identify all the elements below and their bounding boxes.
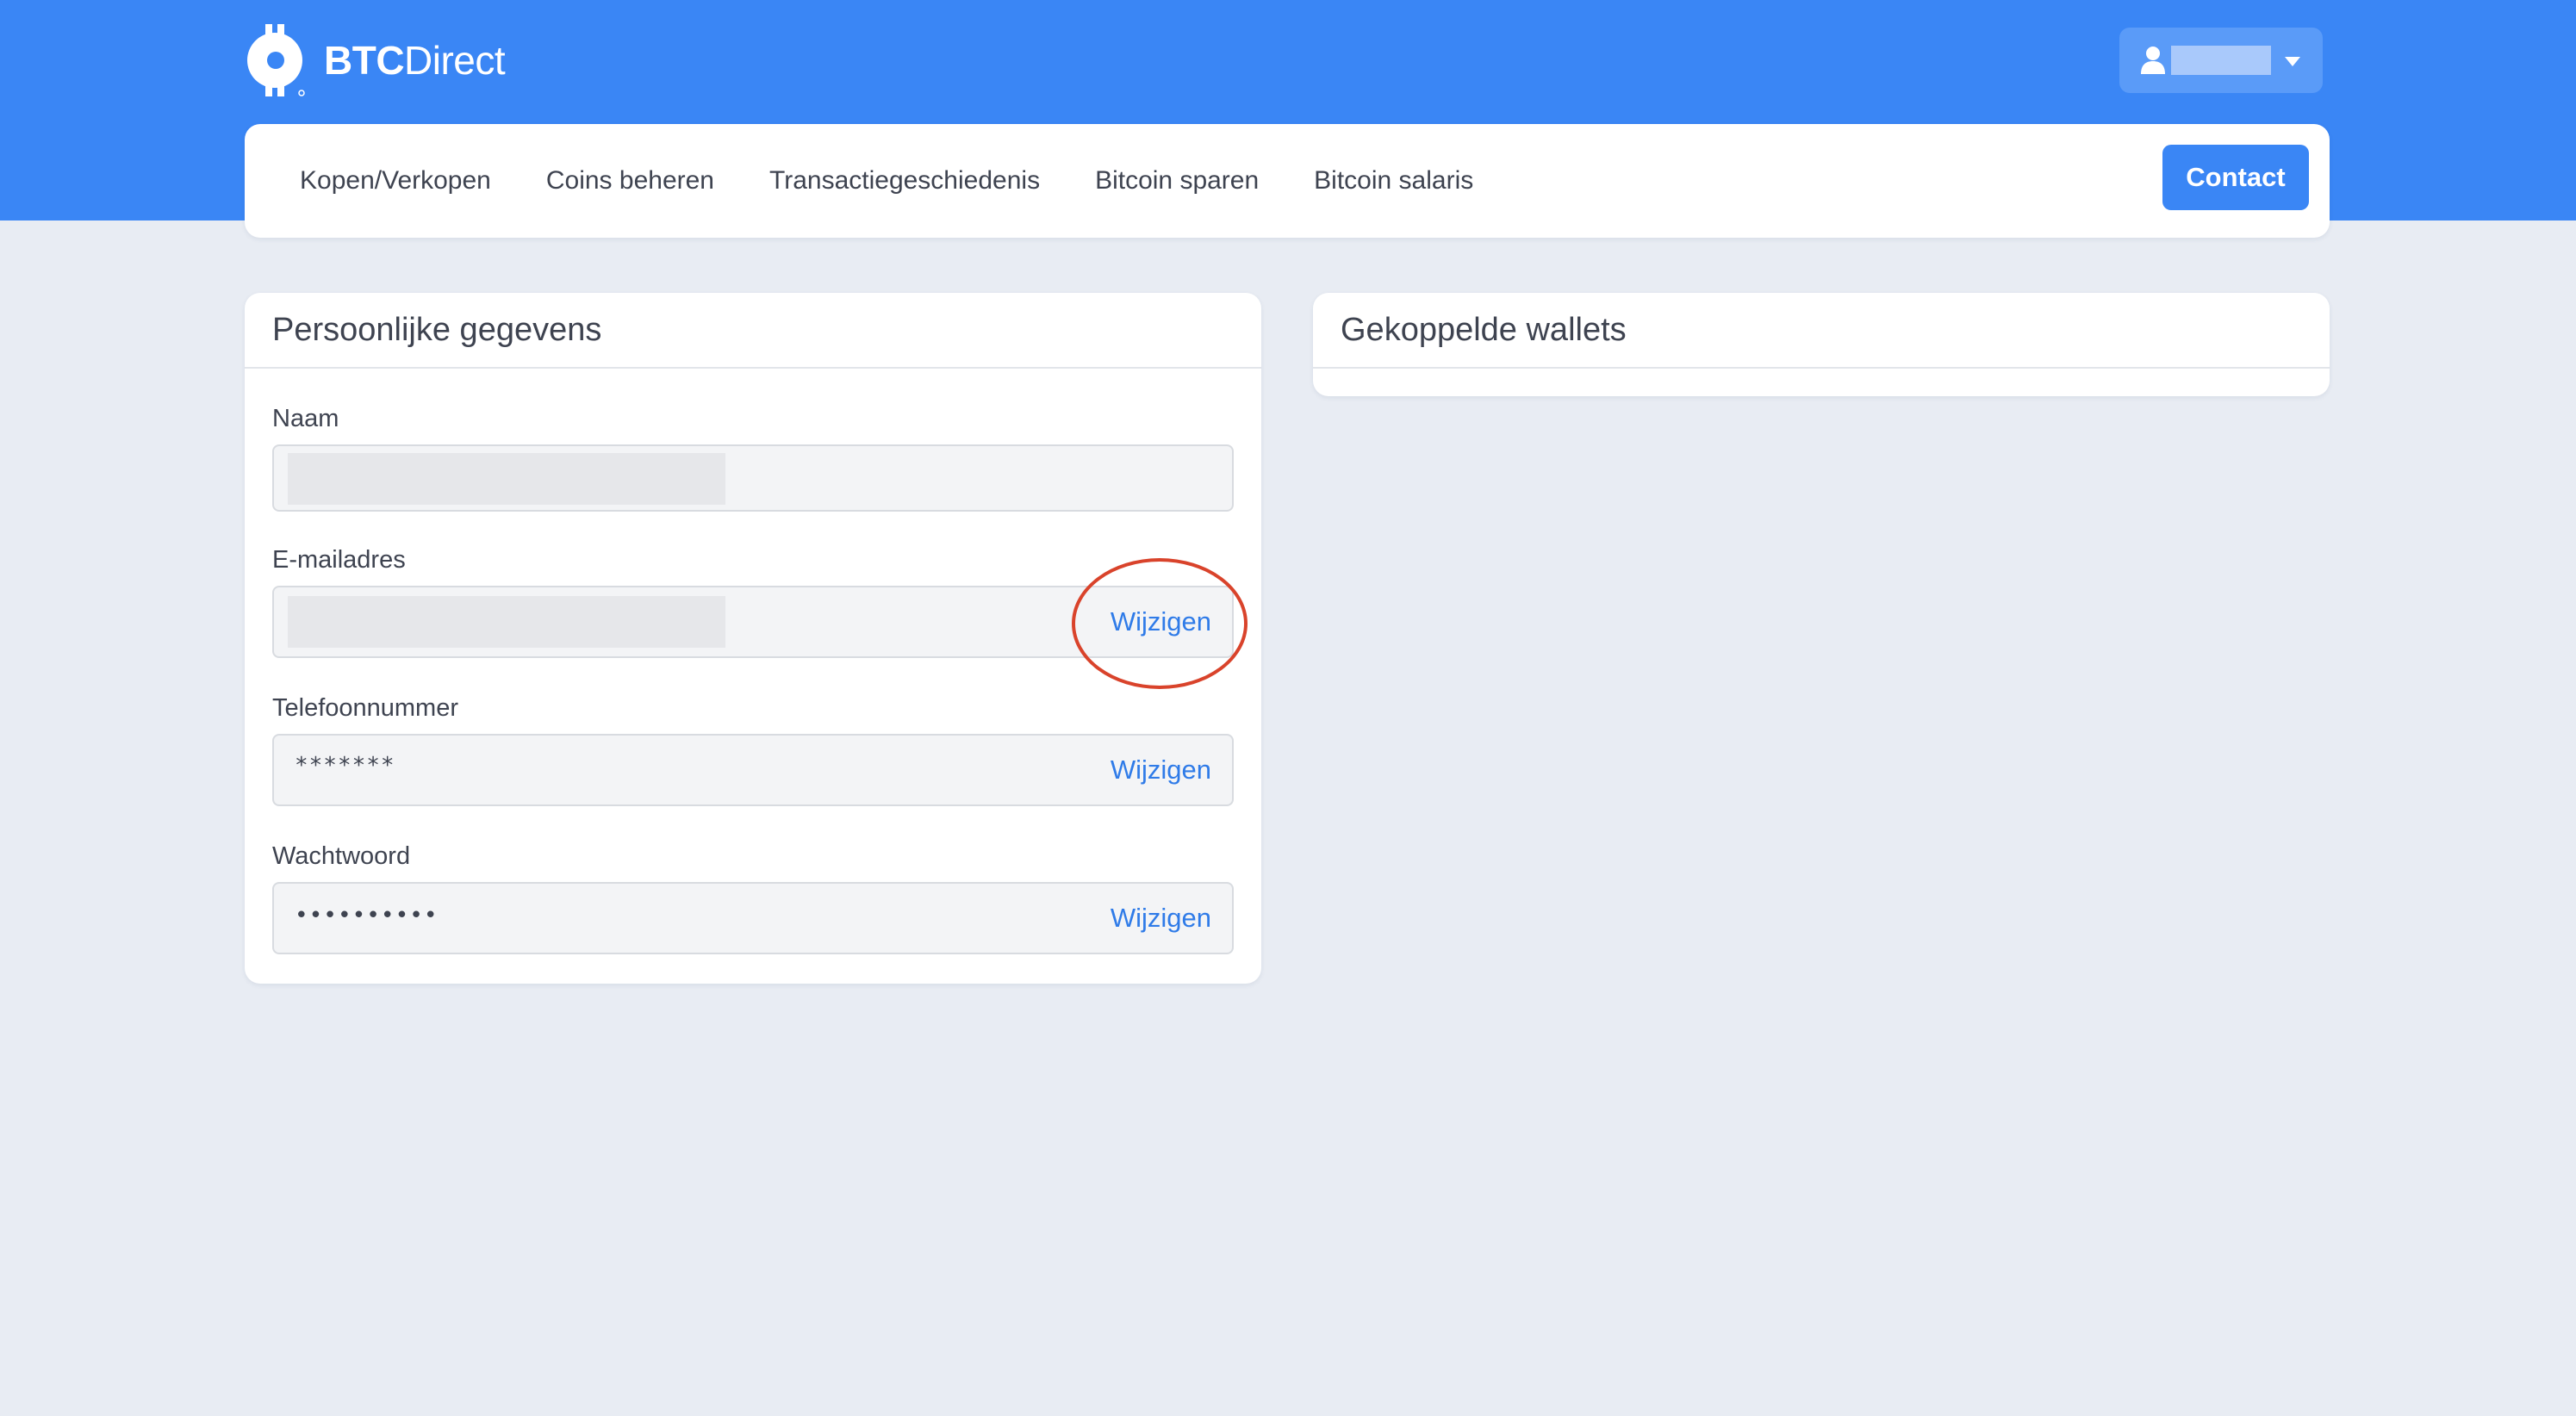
btc-logo-icon — [247, 24, 305, 96]
username — [2171, 46, 2271, 75]
nav-transactiegeschiedenis[interactable]: Transactiegeschiedenis — [769, 166, 1040, 196]
user-icon — [2141, 47, 2165, 74]
password-field[interactable]: •••••••••• Wijzigen — [272, 882, 1234, 954]
nav-kopen-verkopen[interactable]: Kopen/Verkopen — [300, 166, 491, 196]
name-value-redacted — [288, 453, 725, 505]
nav-bitcoin-salaris[interactable]: Bitcoin salaris — [1314, 166, 1473, 196]
email-value-redacted — [288, 596, 725, 648]
email-edit-link[interactable]: Wijzigen — [1111, 606, 1211, 637]
user-menu-button[interactable] — [2119, 28, 2323, 93]
name-field[interactable] — [272, 444, 1234, 512]
brand-logo[interactable]: BTCDirect — [245, 24, 506, 96]
password-edit-link[interactable]: Wijzigen — [1111, 903, 1211, 934]
password-label: Wachtwoord — [272, 842, 411, 870]
main-navigation: Kopen/Verkopen Coins beheren Transactieg… — [245, 124, 2330, 238]
phone-label: Telefoonnummer — [272, 694, 458, 722]
personal-details-card: Persoonlijke gegevens Naam E-mailadres W… — [245, 293, 1261, 984]
contact-button[interactable]: Contact — [2162, 145, 2309, 210]
caret-down-icon — [2285, 57, 2300, 66]
email-field[interactable]: Wijzigen — [272, 586, 1234, 658]
phone-edit-link[interactable]: Wijzigen — [1111, 755, 1211, 786]
phone-field[interactable]: ******* Wijzigen — [272, 734, 1234, 806]
email-label: E-mailadres — [272, 546, 406, 574]
nav-coins-beheren[interactable]: Coins beheren — [546, 166, 714, 196]
name-label: Naam — [272, 405, 339, 432]
phone-value: ******* — [295, 753, 395, 779]
nav-bitcoin-sparen[interactable]: Bitcoin sparen — [1095, 166, 1259, 196]
linked-wallets-title: Gekoppelde wallets — [1313, 293, 2330, 369]
password-value: •••••••••• — [295, 903, 439, 928]
personal-details-title: Persoonlijke gegevens — [245, 293, 1261, 369]
brand-name: BTCDirect — [324, 38, 506, 83]
linked-wallets-card: Gekoppelde wallets — [1313, 293, 2330, 396]
